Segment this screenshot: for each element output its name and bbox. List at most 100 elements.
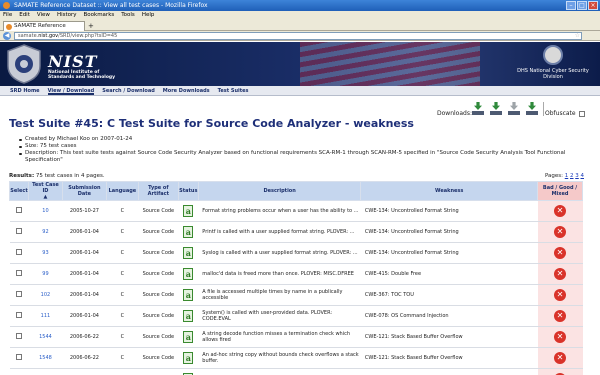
test-case-id-link[interactable]: 92 [28, 221, 63, 243]
submission-date: 2006-01-04 [62, 221, 107, 243]
status-cell: a [178, 200, 199, 222]
bad-good-mixed-cell: ✕ [537, 347, 583, 369]
row-checkbox[interactable] [15, 312, 22, 318]
row-checkbox[interactable] [15, 270, 22, 276]
maximize-button[interactable]: □ [577, 1, 587, 10]
bad-good-mixed-cell: ✕ [537, 284, 583, 306]
obfuscate-label: Obfuscate [545, 110, 576, 117]
download-zip-icon[interactable] [471, 102, 485, 116]
minimize-button[interactable]: – [566, 1, 576, 10]
test-case-id-link[interactable]: 99 [28, 263, 63, 285]
nav-more-downloads[interactable]: More Downloads [163, 86, 210, 95]
weakness: CWE-134: Uncontrolled Format String [360, 242, 538, 264]
col-submission-date[interactable]: Submission Date [61, 181, 107, 201]
row-checkbox[interactable] [15, 207, 22, 213]
results-label: Results: [9, 173, 35, 179]
table-row: 102 2006-01-04 C Source Code a A file is… [9, 284, 583, 306]
status-cell: a [178, 368, 199, 375]
status-accepted-icon: a [183, 331, 194, 343]
test-case-id-link[interactable]: 1563 [28, 368, 63, 375]
page-link-4[interactable]: 4 [581, 173, 585, 179]
status-cell: a [178, 242, 199, 264]
page-link-3[interactable]: 3 [575, 173, 579, 179]
col-test-case-id[interactable]: Test Case ID ▲ [27, 181, 63, 201]
menu-history[interactable]: History [57, 11, 77, 20]
test-case-id-link[interactable]: 1548 [28, 347, 63, 369]
submission-date: 2006-06-22 [62, 326, 107, 348]
navigation-bar: ◀ samate.nist.gov/SRD/view.php?tsID=45 ☆ [0, 31, 600, 41]
address-bar[interactable]: samate.nist.gov/SRD/view.php?tsID=45 [14, 32, 582, 40]
col-weakness[interactable]: Weakness [360, 181, 539, 201]
submission-date: 2006-06-22 [62, 347, 107, 369]
menu-bar: File Edit View History Bookmarks Tools H… [0, 11, 600, 20]
nist-logo[interactable]: NIST [48, 52, 98, 71]
col-status[interactable]: Status [177, 181, 199, 201]
description: Printf is called with a user supplied fo… [198, 221, 361, 243]
col-description: Description [197, 181, 362, 201]
back-arrow-icon[interactable]: ◀ [3, 32, 11, 40]
description: A string decode function misses a termin… [198, 326, 361, 348]
download-divider [543, 102, 544, 116]
status-cell: a [178, 263, 199, 285]
submission-date: 2006-01-04 [62, 242, 107, 264]
bad-x-icon: ✕ [554, 247, 566, 259]
row-checkbox[interactable] [15, 354, 22, 360]
downloads-label: Downloads: [437, 110, 472, 117]
col-language[interactable]: Language [105, 181, 139, 201]
new-tab-button[interactable]: + [88, 22, 94, 30]
nav-view-download[interactable]: View / Download [47, 86, 95, 95]
menu-help[interactable]: Help [142, 11, 155, 20]
bad-good-mixed-cell: ✕ [537, 221, 583, 243]
menu-edit[interactable]: Edit [19, 11, 30, 20]
row-select [9, 242, 29, 264]
row-checkbox[interactable] [15, 291, 22, 297]
page-link-1[interactable]: 1 [565, 173, 569, 179]
test-case-id-link[interactable]: 10 [28, 200, 63, 222]
bad-x-icon: ✕ [554, 289, 566, 301]
download-xml-icon[interactable] [507, 102, 521, 116]
row-select [9, 326, 29, 348]
pagination: Pages: 1 2 3 4 [545, 173, 584, 179]
bad-x-icon: ✕ [554, 226, 566, 238]
nav-search-download[interactable]: Search / Download [102, 86, 155, 95]
status-cell: a [178, 284, 199, 306]
page-link-2[interactable]: 2 [570, 173, 574, 179]
bookmark-star-icon[interactable]: ☆ [575, 32, 580, 39]
dhs-seal-icon [543, 45, 563, 65]
menu-bookmarks[interactable]: Bookmarks [84, 11, 115, 20]
status-cell: a [178, 221, 199, 243]
sort-arrow-icon[interactable]: ▲ [29, 194, 62, 200]
menu-tools[interactable]: Tools [121, 11, 135, 20]
row-checkbox[interactable] [15, 333, 22, 339]
menu-view[interactable]: View [37, 11, 50, 20]
test-case-id-link[interactable]: 1544 [28, 326, 63, 348]
bad-x-icon: ✕ [554, 310, 566, 322]
row-checkbox[interactable] [15, 249, 22, 255]
url-prefix: samate. [18, 33, 39, 39]
download-tar-icon[interactable] [489, 102, 503, 116]
tab-samate[interactable]: SAMATE Reference Dataset :: ... [3, 21, 85, 38]
nav-test-suites[interactable]: Test Suites [218, 86, 249, 95]
row-checkbox[interactable] [15, 228, 22, 234]
language: C [106, 305, 139, 327]
download-selected-icon[interactable] [525, 102, 539, 116]
test-case-id-link[interactable]: 93 [28, 242, 63, 264]
nav-srd-home[interactable]: SRD Home [10, 86, 40, 95]
window-titlebar: SAMATE Reference Dataset :: View all tes… [0, 0, 600, 11]
col-bad-good-mixed[interactable]: Bad / Good / Mixed [537, 181, 583, 201]
obfuscate-option: Obfuscate [545, 110, 585, 118]
test-case-id-link[interactable]: 111 [28, 305, 63, 327]
test-case-id-link[interactable]: 102 [28, 284, 63, 306]
status-accepted-icon: a [183, 226, 194, 238]
obfuscate-checkbox[interactable] [578, 111, 585, 117]
close-window-button[interactable]: × [588, 1, 598, 10]
col-artifact-type[interactable]: Type of Artifact [137, 181, 179, 201]
weakness: CWE-367: TOC TOU [360, 284, 538, 306]
menu-file[interactable]: File [3, 11, 12, 20]
window-controls: – □ × [566, 1, 598, 10]
submission-date: 2006-01-04 [62, 305, 107, 327]
bad-good-mixed-cell: ✕ [537, 368, 583, 375]
bad-x-icon: ✕ [554, 352, 566, 364]
table-row: 99 2006-01-04 C Source Code a malloc'd d… [9, 263, 583, 285]
bad-good-mixed-cell: ✕ [537, 263, 583, 285]
